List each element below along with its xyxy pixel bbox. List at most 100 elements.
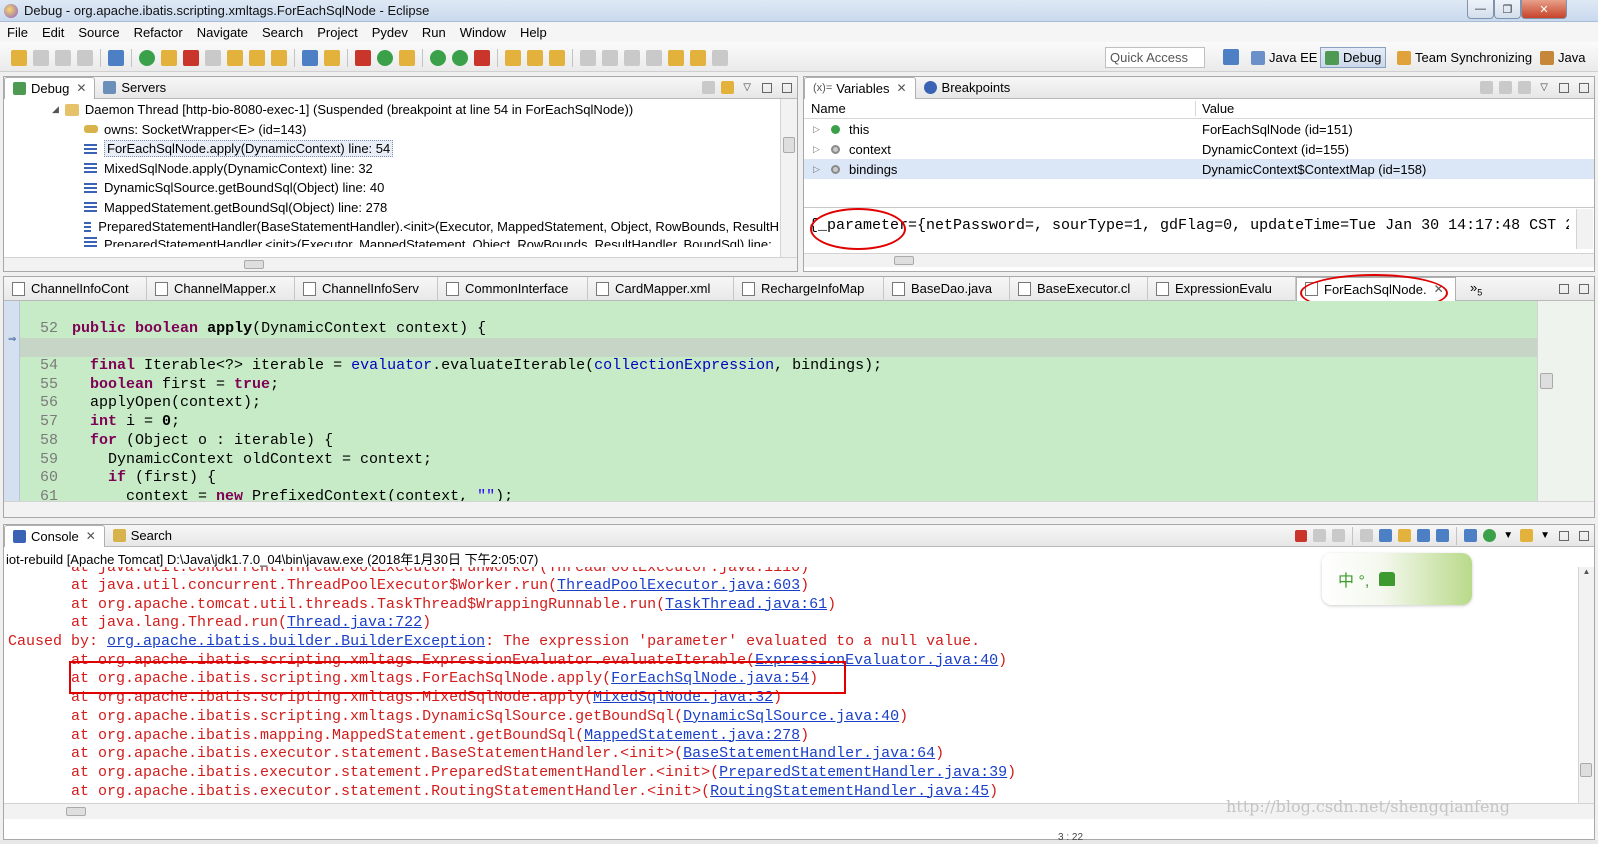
close-icon[interactable]: ✕	[86, 529, 96, 543]
step-over-icon[interactable]	[249, 50, 265, 66]
stack-frame[interactable]: PreparedStatementHandler.<init>(Executor…	[4, 236, 779, 247]
stack-link[interactable]: BaseStatementHandler.java:64	[683, 745, 935, 762]
column-header-name[interactable]: Name	[804, 101, 1196, 116]
disconnect-icon[interactable]	[205, 50, 221, 66]
editor-tab[interactable]: BaseExecutor.cl	[1010, 276, 1148, 301]
open-perspective-icon[interactable]	[1223, 49, 1239, 65]
dropdown-icon[interactable]: ▼	[1503, 530, 1513, 541]
resume-icon[interactable]	[139, 50, 155, 66]
menu-project[interactable]: Project	[310, 25, 364, 40]
scroll-up-icon[interactable]: ▲	[1579, 567, 1594, 576]
tab-variables[interactable]: (x)= Variables ✕	[804, 76, 916, 99]
menu-run[interactable]: Run	[415, 25, 453, 40]
minimize-icon[interactable]	[1559, 82, 1569, 93]
open-console-icon[interactable]	[1520, 529, 1534, 542]
perspective-java-ee[interactable]: Java EE	[1247, 47, 1321, 68]
remove-all-icon[interactable]	[1332, 529, 1346, 542]
editor-tab[interactable]: ChannelInfoServ	[295, 276, 438, 301]
annotation-prev-icon[interactable]	[602, 50, 618, 66]
breakpoint-icon[interactable]	[355, 50, 371, 66]
console-vertical-scrollbar[interactable]: ▲	[1578, 567, 1594, 803]
detail-pane[interactable]: {_parameter={netPassword=, sourType=1, g…	[809, 217, 1569, 237]
editor-tab[interactable]: ChannelMapper.x	[147, 276, 295, 301]
variable-row[interactable]: ▷ context DynamicContext (id=155)	[804, 139, 1594, 159]
print-icon[interactable]	[77, 50, 93, 66]
run-icon[interactable]	[452, 50, 468, 66]
open-type-icon[interactable]	[505, 50, 521, 66]
editor-tab[interactable]: ExpressionEvalu	[1148, 276, 1296, 301]
detail-horizontal-scrollbar[interactable]	[804, 253, 1594, 267]
more-tabs-chevron[interactable]: »5	[1456, 280, 1482, 298]
scrollbar-thumb[interactable]	[1580, 763, 1592, 777]
debug-horizontal-scrollbar[interactable]	[4, 257, 797, 271]
scroll-lock-icon[interactable]	[1379, 529, 1393, 542]
scrollbar-thumb[interactable]	[1540, 373, 1553, 389]
drop-to-frame-icon[interactable]	[302, 50, 318, 66]
stack-link[interactable]: RoutingStatementHandler.java:45	[710, 783, 989, 800]
maximize-icon[interactable]	[1579, 82, 1589, 93]
search-icon[interactable]	[549, 50, 565, 66]
perspective-java[interactable]: Java	[1536, 47, 1589, 68]
step-filters-icon[interactable]	[721, 81, 735, 94]
menu-window[interactable]: Window	[453, 25, 513, 40]
menu-edit[interactable]: Edit	[35, 25, 71, 40]
debug-icon[interactable]	[377, 50, 393, 66]
show-on-stdout-icon[interactable]	[1417, 529, 1431, 542]
debug-vertical-scrollbar[interactable]	[780, 99, 797, 257]
maximize-button[interactable]: ❐	[1494, 0, 1521, 19]
minimize-icon[interactable]	[1559, 530, 1569, 541]
variable-row[interactable]: ▷ bindings DynamicContext$ContextMap (id…	[804, 159, 1594, 179]
layout-icon[interactable]	[1518, 81, 1532, 94]
suspend-icon[interactable]	[161, 50, 177, 66]
use-step-filters-icon[interactable]	[324, 50, 340, 66]
variable-row[interactable]: ▷ this ForEachSqlNode (id=151)	[804, 119, 1594, 139]
editor-tab[interactable]: ChannelInfoCont	[4, 276, 147, 301]
column-header-value[interactable]: Value	[1196, 101, 1234, 116]
pin-console-icon[interactable]	[1464, 529, 1478, 542]
skip-breakpoints-icon[interactable]	[108, 50, 124, 66]
maximize-icon[interactable]	[1579, 530, 1589, 541]
toggle-mark-icon[interactable]	[624, 50, 640, 66]
last-edit-icon[interactable]	[668, 50, 684, 66]
stack-frame[interactable]: ForEachSqlNode.apply(DynamicContext) lin…	[4, 139, 797, 159]
stack-frame[interactable]: MappedStatement.getBoundSql(Object) line…	[4, 198, 797, 218]
display-console-icon[interactable]	[1483, 529, 1497, 542]
step-return-icon[interactable]	[271, 50, 287, 66]
menu-file[interactable]: File	[0, 25, 35, 40]
expand-icon[interactable]: ◢	[52, 104, 59, 115]
terminate-icon[interactable]	[183, 50, 199, 66]
editor-tab[interactable]: CardMapper.xml	[588, 276, 734, 301]
scrollbar-thumb[interactable]	[894, 256, 914, 265]
dropdown-icon[interactable]: ▼	[1540, 530, 1550, 541]
show-type-names-icon[interactable]	[1480, 81, 1494, 94]
code-area[interactable]: 52 public boolean apply(DynamicContext co…	[20, 301, 1537, 501]
menu-pydev[interactable]: Pydev	[365, 25, 415, 40]
expand-icon[interactable]: ▷	[813, 124, 823, 135]
external-tools-icon[interactable]	[474, 50, 490, 66]
pin-icon[interactable]	[646, 50, 662, 66]
thread-node[interactable]: ◢ Daemon Thread [http-bio-8080-exec-1] (…	[4, 100, 797, 120]
view-menu-icon[interactable]: ▽	[1540, 82, 1548, 93]
minimize-icon[interactable]	[1559, 283, 1569, 294]
word-wrap-icon[interactable]	[1398, 529, 1412, 542]
tab-search[interactable]: Search	[105, 525, 180, 547]
step-into-icon[interactable]	[227, 50, 243, 66]
remove-terminated-icon[interactable]	[702, 81, 716, 94]
menu-refactor[interactable]: Refactor	[127, 25, 190, 40]
scrollbar-thumb[interactable]	[66, 807, 86, 816]
editor-overview-ruler[interactable]	[1537, 301, 1594, 501]
menu-help[interactable]: Help	[513, 25, 554, 40]
show-on-stderr-icon[interactable]	[1436, 529, 1450, 542]
stack-link[interactable]: DynamicSqlSource.java:40	[683, 708, 899, 725]
save-icon[interactable]	[33, 50, 49, 66]
editor-tab[interactable]: CommonInterface	[438, 276, 588, 301]
minimize-button[interactable]: —	[1467, 0, 1494, 19]
annotation-next-icon[interactable]	[580, 50, 596, 66]
server-icon[interactable]	[399, 50, 415, 66]
menu-search[interactable]: Search	[255, 25, 310, 40]
menu-source[interactable]: Source	[71, 25, 126, 40]
close-button[interactable]: ✕	[1521, 0, 1567, 19]
editor-tab[interactable]: BaseDao.java	[884, 276, 1010, 301]
perspective-team-synchronizing[interactable]: Team Synchronizing	[1393, 47, 1536, 68]
expand-icon[interactable]: ▷	[813, 144, 823, 155]
